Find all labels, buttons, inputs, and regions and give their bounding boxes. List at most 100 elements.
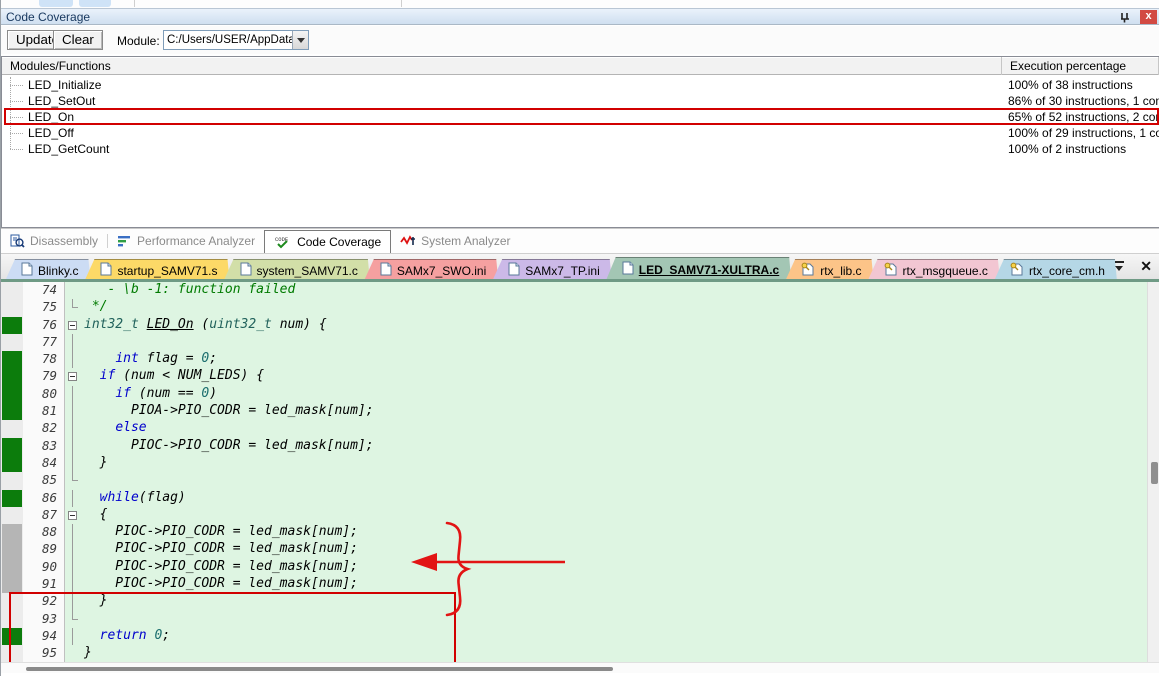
code-text: PIOC->PIO_CODR = led_mask[num]; — [81, 524, 1147, 541]
covered-block — [2, 351, 22, 368]
fold-margin — [65, 490, 81, 507]
fold-minus-icon[interactable] — [68, 511, 77, 520]
code-text: return 0; — [81, 628, 1147, 645]
dock-tab-code-coverage[interactable]: CODECode Coverage — [264, 230, 391, 253]
code-line-80[interactable]: 80 if (num == 0) — [1, 386, 1147, 403]
code-line-89[interactable]: 89 PIOC->PIO_CODR = led_mask[num]; — [1, 541, 1147, 558]
code-line-74[interactable]: 74 - \b -1: function failed — [1, 282, 1147, 299]
editor-tab-Blinky.c[interactable]: Blinky.c — [5, 259, 90, 281]
editor-tab-startup_SAMV71.s[interactable]: startup_SAMV71.s — [84, 259, 229, 281]
coverage-gutter — [1, 317, 23, 334]
code-line-76[interactable]: 76int32_t LED_On (uint32_t num) { — [1, 317, 1147, 334]
vertical-scrollbar-thumb[interactable] — [1151, 462, 1158, 484]
covered-block — [2, 490, 22, 507]
code-line-88[interactable]: 88 PIOC->PIO_CODR = led_mask[num]; — [1, 524, 1147, 541]
code-line-87[interactable]: 87 { — [1, 507, 1147, 524]
editor-tab-LED_SAMV71-XULTRA.c[interactable]: LED_SAMV71-XULTRA.c — [606, 257, 791, 281]
dock-tab-label: System Analyzer — [421, 234, 510, 248]
fold-end — [72, 619, 78, 620]
table-row-LED_Off[interactable]: LED_Off100% of 29 instructions, 1 co... — [2, 125, 1159, 141]
code-text: - \b -1: function failed — [81, 282, 1147, 299]
pin-icon[interactable] — [1118, 10, 1134, 24]
code-text: PIOC->PIO_CODR = led_mask[num]; — [81, 438, 1147, 455]
dock-tab-performance-analyzer[interactable]: Performance Analyzer — [108, 229, 264, 253]
code-line-90[interactable]: 90 PIOC->PIO_CODR = led_mask[num]; — [1, 559, 1147, 576]
code-line-94[interactable]: 94 return 0; — [1, 628, 1147, 645]
coverage-gutter — [1, 593, 23, 610]
tab-list-icon[interactable] — [1114, 260, 1126, 272]
disassembly-icon — [10, 234, 25, 248]
fold-line — [72, 559, 73, 576]
table-row-LED_SetOut[interactable]: LED_SetOut86% of 30 instructions, 1 con.… — [2, 93, 1159, 109]
code-line-85[interactable]: 85 — [1, 472, 1147, 489]
fold-margin — [65, 472, 81, 489]
fold-margin — [65, 559, 81, 576]
line-number: 79 — [23, 368, 65, 385]
dock-tab-system-analyzer[interactable]: System Analyzer — [391, 229, 519, 253]
code-text: } — [81, 593, 1147, 610]
dock-tab-disassembly[interactable]: Disassembly — [1, 229, 107, 253]
fold-margin — [65, 645, 81, 662]
code-editor[interactable]: 74 - \b -1: function failed75 */76int32_… — [1, 282, 1159, 662]
editor-tab-rtx_lib.c[interactable]: rtx_lib.c — [785, 259, 873, 281]
horizontal-scrollbar[interactable] — [1, 662, 1159, 673]
editor-tab-SAMx7_TP.ini[interactable]: SAMx7_TP.ini — [492, 259, 611, 281]
code-line-92[interactable]: 92 } — [1, 593, 1147, 610]
code-line-79[interactable]: 79 if (num < NUM_LEDS) { — [1, 368, 1147, 385]
editor-tab-SAMx7_SWO.ini[interactable]: SAMx7_SWO.ini — [364, 259, 498, 281]
line-number: 74 — [23, 282, 65, 299]
code-line-77[interactable]: 77 — [1, 334, 1147, 351]
table-row-LED_Initialize[interactable]: LED_Initialize100% of 38 instructions — [2, 77, 1159, 93]
code-line-78[interactable]: 78 int flag = 0; — [1, 351, 1147, 368]
column-header-exec[interactable]: Execution percentage — [1002, 57, 1159, 75]
code-line-84[interactable]: 84 } — [1, 455, 1147, 472]
fold-margin — [65, 420, 81, 437]
document-close-icon[interactable]: ✕ — [1140, 260, 1152, 272]
coverage-gutter — [1, 368, 23, 385]
fold-minus-icon[interactable] — [68, 372, 77, 381]
table-row-LED_On[interactable]: LED_On65% of 52 instructions, 2 con... — [2, 109, 1159, 125]
code-line-95[interactable]: 95} — [1, 645, 1147, 662]
close-icon[interactable]: x — [1140, 10, 1157, 24]
code-text: if (num == 0) — [81, 386, 1147, 403]
column-header-functions[interactable]: Modules/Functions — [2, 57, 1002, 75]
function-name: LED_Initialize — [26, 78, 1002, 92]
vertical-scrollbar[interactable] — [1147, 282, 1159, 662]
module-combobox[interactable]: C:/Users/USER/AppData/ — [163, 30, 309, 50]
editor-tab-system_SAMV71.c[interactable]: system_SAMV71.c — [224, 259, 370, 281]
execution-percentage: 100% of 38 instructions — [1002, 78, 1159, 92]
code-line-86[interactable]: 86 while(flag) — [1, 490, 1147, 507]
editor-tab-rtx_msgqueue.c[interactable]: rtx_msgqueue.c — [868, 259, 1000, 281]
dock-tab-label: Code Coverage — [297, 235, 381, 249]
fold-minus-icon[interactable] — [68, 321, 77, 330]
uncovered-block — [2, 559, 22, 576]
code-line-82[interactable]: 82 else — [1, 420, 1147, 437]
fold-line — [72, 386, 73, 403]
fold-margin — [65, 317, 81, 334]
editor-tab-rtx_core_cm.h[interactable]: rtx_core_cm.h — [994, 259, 1117, 281]
line-number: 86 — [23, 490, 65, 507]
line-number: 80 — [23, 386, 65, 403]
fold-end — [72, 480, 78, 481]
code-line-91[interactable]: 91 PIOC->PIO_CODR = led_mask[num]; — [1, 576, 1147, 593]
clear-button[interactable]: Clear — [53, 30, 103, 50]
code-text: { — [81, 507, 1147, 524]
coverage-gutter — [1, 524, 23, 541]
coverage-gutter — [1, 334, 23, 351]
chevron-down-icon[interactable] — [292, 31, 308, 49]
dock-tab-bar: DisassemblyPerformance AnalyzerCODECode … — [1, 228, 1159, 253]
line-number: 91 — [23, 576, 65, 593]
doc-key-icon — [801, 262, 815, 279]
code-line-83[interactable]: 83 PIOC->PIO_CODR = led_mask[num]; — [1, 438, 1147, 455]
table-row-LED_GetCount[interactable]: LED_GetCount100% of 2 instructions — [2, 141, 1159, 157]
code-line-81[interactable]: 81 PIOA->PIO_CODR = led_mask[num]; — [1, 403, 1147, 420]
code-line-75[interactable]: 75 */ — [1, 299, 1147, 316]
performance-analyzer-icon — [117, 234, 132, 248]
toolbar-remnant — [79, 0, 111, 7]
code-text: while(flag) — [81, 490, 1147, 507]
doc-key-icon — [884, 262, 898, 279]
uncovered-block — [2, 576, 22, 593]
horizontal-scrollbar-thumb[interactable] — [26, 667, 613, 671]
covered-block — [2, 403, 22, 420]
code-line-93[interactable]: 93 — [1, 611, 1147, 628]
